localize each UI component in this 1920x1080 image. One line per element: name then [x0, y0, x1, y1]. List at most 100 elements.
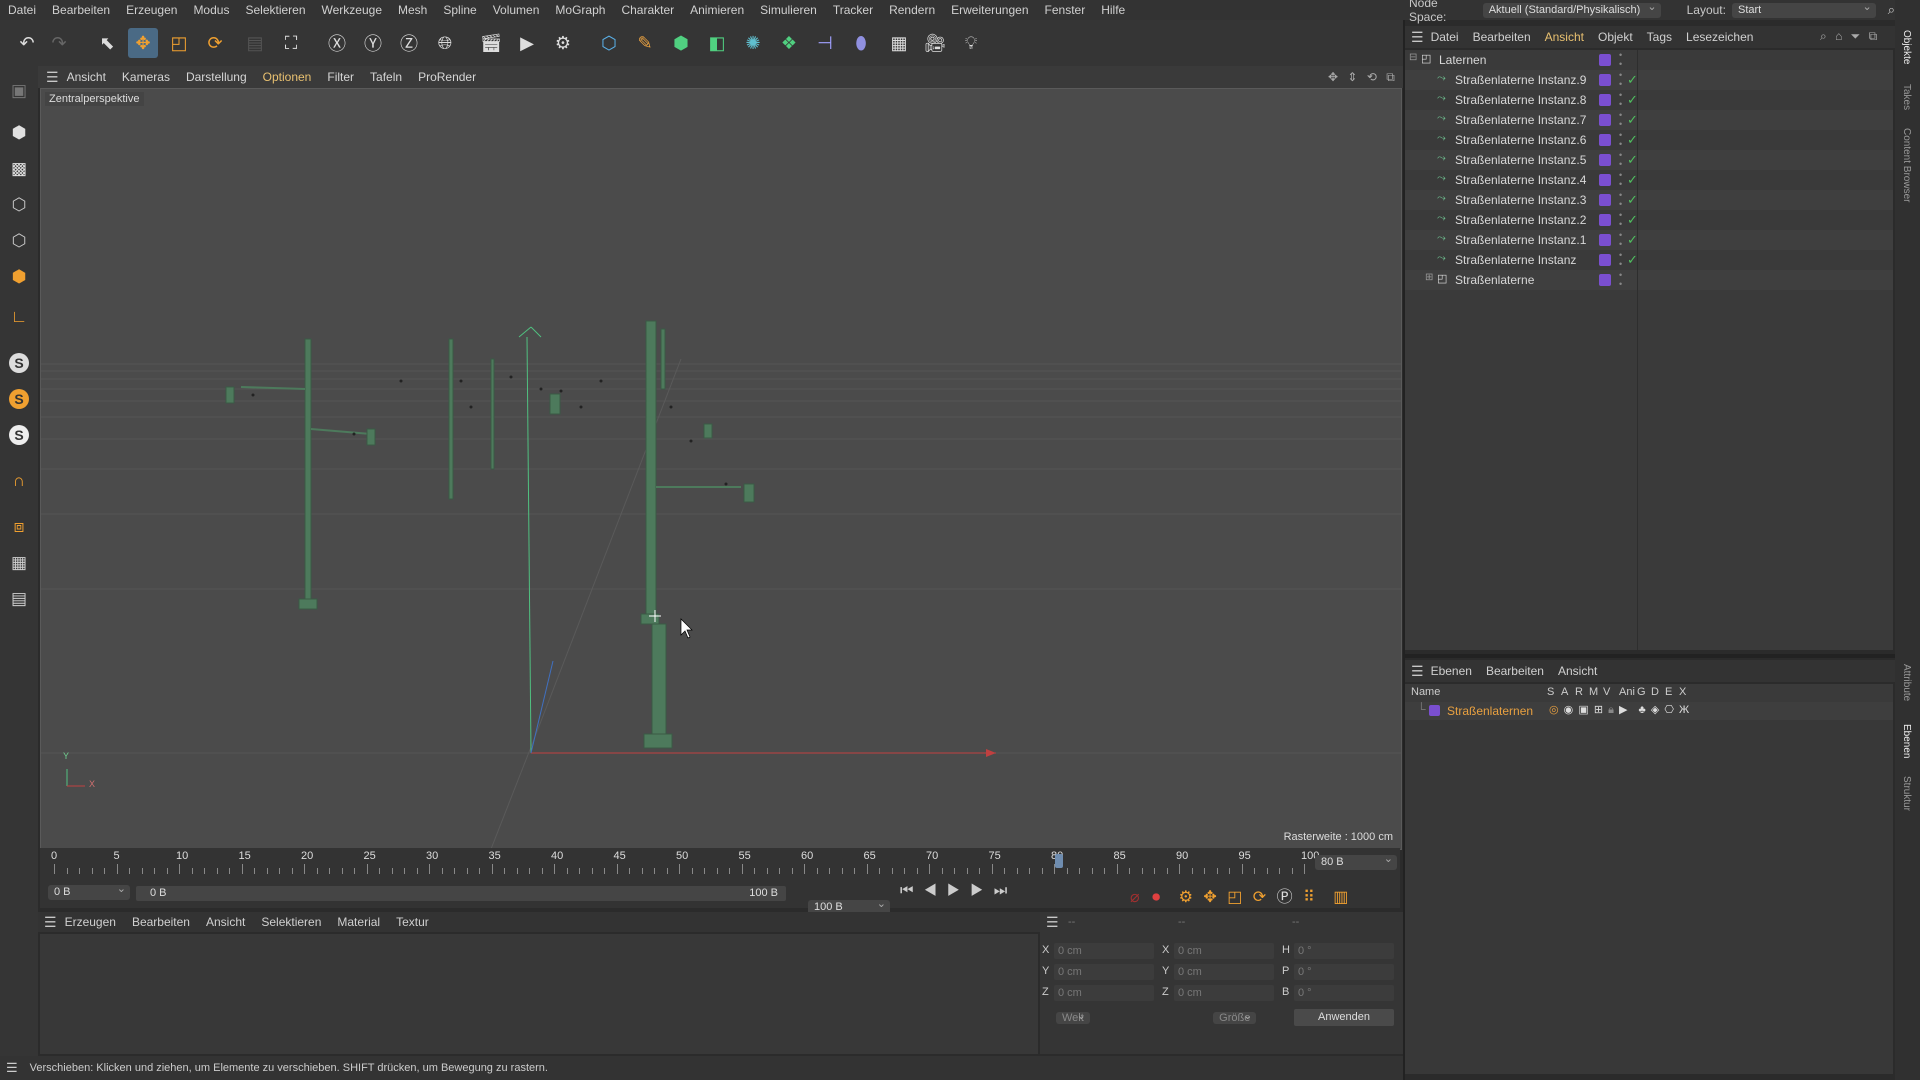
object-name[interactable]: Straßenlaterne Instanz.6 — [1455, 133, 1586, 147]
viewport-menu-darstellung[interactable]: Darstellung — [178, 70, 255, 84]
range-slider[interactable]: 0 B 100 B — [136, 886, 786, 901]
current-frame-field[interactable]: 80 B — [1315, 852, 1397, 870]
side-tab-takes[interactable]: Takes — [1901, 84, 1912, 110]
visibility-dots-icon[interactable]: • • — [1619, 191, 1622, 209]
key-rotate-icon[interactable]: ⟳ — [1253, 889, 1266, 906]
orbit-icon[interactable]: ⟲ — [1367, 70, 1377, 84]
solo-icon[interactable]: ◎ — [1549, 704, 1559, 716]
layer-color-tag[interactable] — [1599, 234, 1611, 246]
world-coordinates-button[interactable]: 🌐︎ — [430, 28, 460, 58]
viewport-menu-ansicht[interactable]: Ansicht — [59, 70, 114, 84]
object-row[interactable]: ⤳ Straßenlaterne Instanz • • ✓ — [1405, 250, 1893, 270]
generators-icon[interactable]: ♣ — [1639, 704, 1646, 716]
edges-mode-button[interactable]: ⬡ — [4, 226, 34, 256]
layer-column-r[interactable]: R — [1575, 686, 1583, 698]
render-settings-button[interactable]: ⚙ — [548, 28, 578, 58]
menu-item-selektieren[interactable]: Selektieren — [237, 0, 313, 20]
material-menu-ansicht[interactable]: Ansicht — [198, 915, 253, 929]
z-axis-lock-button[interactable]: Ⓩ — [394, 28, 424, 58]
layer-color-swatch[interactable] — [1429, 705, 1440, 716]
menu-item-erzeugen[interactable]: Erzeugen — [118, 0, 185, 20]
cloner-button[interactable]: ✺ — [738, 28, 768, 58]
xref-icon[interactable]: Ж — [1679, 704, 1689, 716]
redo-button[interactable]: ↷ — [44, 28, 74, 58]
layer-column-m[interactable]: M — [1589, 686, 1598, 698]
status-hamburger-icon[interactable]: ☰ — [6, 1060, 18, 1076]
object-row[interactable]: ⤳ Straßenlaterne Instanz.3 • • ✓ — [1405, 190, 1893, 210]
layer-color-tag[interactable] — [1599, 134, 1611, 146]
collapse-icon[interactable]: ⊟ — [1409, 52, 1417, 63]
layer-color-tag[interactable] — [1599, 114, 1611, 126]
object-row[interactable]: ⤳ Straßenlaterne Instanz.4 • • ✓ — [1405, 170, 1893, 190]
menu-item-datei[interactable]: Datei — [0, 0, 44, 20]
object-menu-lesezeichen[interactable]: Lesezeichen — [1679, 30, 1760, 44]
new-window-icon[interactable]: ⧉ — [1869, 29, 1878, 43]
material-manager-area[interactable] — [40, 934, 1038, 1054]
step-forward-icon[interactable]: ▶ — [970, 882, 993, 899]
recent-tool-button[interactable]: ▤ — [240, 28, 270, 58]
expressions-icon[interactable]: ⎔ — [1664, 704, 1674, 716]
visibility-eye-icon[interactable]: ◉ — [1564, 704, 1574, 716]
autokey-icon[interactable]: ⏺ — [1152, 889, 1160, 906]
make-editable-button[interactable]: ▣ — [4, 76, 34, 106]
extrude-button[interactable]: ◧ — [702, 28, 732, 58]
viewport-menu-tafeln[interactable]: Tafeln — [362, 70, 410, 84]
layer-column-a[interactable]: A — [1561, 686, 1568, 698]
side-tab-objekte[interactable]: Objekte — [1901, 30, 1912, 64]
layer-color-tag[interactable] — [1599, 154, 1611, 166]
side-tab-content-browser[interactable]: Content Browser — [1901, 128, 1912, 202]
pan-icon[interactable]: ✥ — [1328, 70, 1338, 84]
object-row[interactable]: ⤳ Straßenlaterne Instanz.5 • • ✓ — [1405, 150, 1893, 170]
key-scale-icon[interactable]: ◰ — [1227, 889, 1242, 906]
hamburger-icon[interactable]: ☰ — [46, 69, 59, 86]
visibility-dots-icon[interactable]: • • — [1619, 271, 1622, 289]
animation-icon[interactable]: ▶ — [1619, 704, 1627, 716]
deformers-icon[interactable]: ◈ — [1651, 704, 1659, 716]
object-row[interactable]: ⊞ ◰ Straßenlaterne • • — [1405, 270, 1893, 290]
object-menu-ansicht[interactable]: Ansicht — [1538, 30, 1591, 44]
object-name[interactable]: Straßenlaterne — [1455, 273, 1534, 287]
object-name[interactable]: Straßenlaterne Instanz.5 — [1455, 153, 1586, 167]
planar-workplane-button[interactable]: ▤ — [4, 584, 34, 614]
object-row[interactable]: ⤳ Straßenlaterne Instanz.7 • • ✓ — [1405, 110, 1893, 130]
layer-name[interactable]: Straßenlaternen — [1447, 704, 1533, 718]
visibility-dots-icon[interactable]: • • — [1619, 151, 1622, 169]
pos-y-field[interactable]: 0 cm — [1054, 964, 1154, 980]
deformer-button[interactable]: ⊣ — [810, 28, 840, 58]
object-row[interactable]: ⤳ Straßenlaterne Instanz.1 • • ✓ — [1405, 230, 1893, 250]
layer-column-v[interactable]: V — [1603, 686, 1610, 698]
object-menu-tags[interactable]: Tags — [1640, 30, 1679, 44]
expand-icon[interactable]: ⊞ — [1425, 272, 1433, 283]
layout-dropdown[interactable]: Start — [1731, 0, 1876, 18]
object-menu-datei[interactable]: Datei — [1424, 30, 1466, 44]
visibility-dots-icon[interactable]: • • — [1619, 91, 1622, 109]
playhead[interactable] — [1055, 854, 1063, 868]
layer-color-tag[interactable] — [1599, 274, 1611, 286]
coord-hamburger-icon[interactable]: ☰ — [1046, 914, 1059, 931]
menu-item-tracker[interactable]: Tracker — [825, 0, 881, 20]
mograph-button[interactable]: ❖ — [774, 28, 804, 58]
key-grid-icon[interactable]: ⠿ — [1303, 889, 1315, 906]
object-search-icon[interactable]: ⌕ — [1820, 29, 1827, 43]
field-button[interactable]: ⬮ — [846, 28, 876, 58]
workplane-snap-button[interactable]: S — [4, 420, 34, 450]
play-icon[interactable]: ▶ — [947, 882, 970, 899]
lock-icon[interactable]: 🔒︎ — [1608, 704, 1614, 716]
layer-color-tag[interactable] — [1599, 94, 1611, 106]
snap-settings-button[interactable]: S — [4, 384, 34, 414]
move-tool-button[interactable]: ✥ — [128, 28, 158, 58]
cube-button[interactable]: ⬡ — [594, 28, 624, 58]
visibility-dots-icon[interactable]: • • — [1619, 51, 1622, 69]
layer-color-tag[interactable] — [1599, 194, 1611, 206]
object-name[interactable]: Straßenlaterne Instanz.2 — [1455, 213, 1586, 227]
camera-button[interactable]: 🎥︎ — [920, 28, 950, 58]
object-hamburger-icon[interactable]: ☰ — [1411, 29, 1424, 46]
object-row[interactable]: ⤳ Straßenlaterne Instanz.2 • • ✓ — [1405, 210, 1893, 230]
material-menu-material[interactable]: Material — [329, 915, 388, 929]
points-mode-button[interactable]: ⬡ — [4, 190, 34, 220]
pen-spline-button[interactable]: ✎ — [630, 28, 660, 58]
coordinate-system-button[interactable]: ⛶ — [276, 28, 306, 58]
subdivision-button[interactable]: ⬢ — [666, 28, 696, 58]
manager-icon[interactable]: ⊞ — [1594, 704, 1603, 716]
object-name[interactable]: Straßenlaterne Instanz.7 — [1455, 113, 1586, 127]
